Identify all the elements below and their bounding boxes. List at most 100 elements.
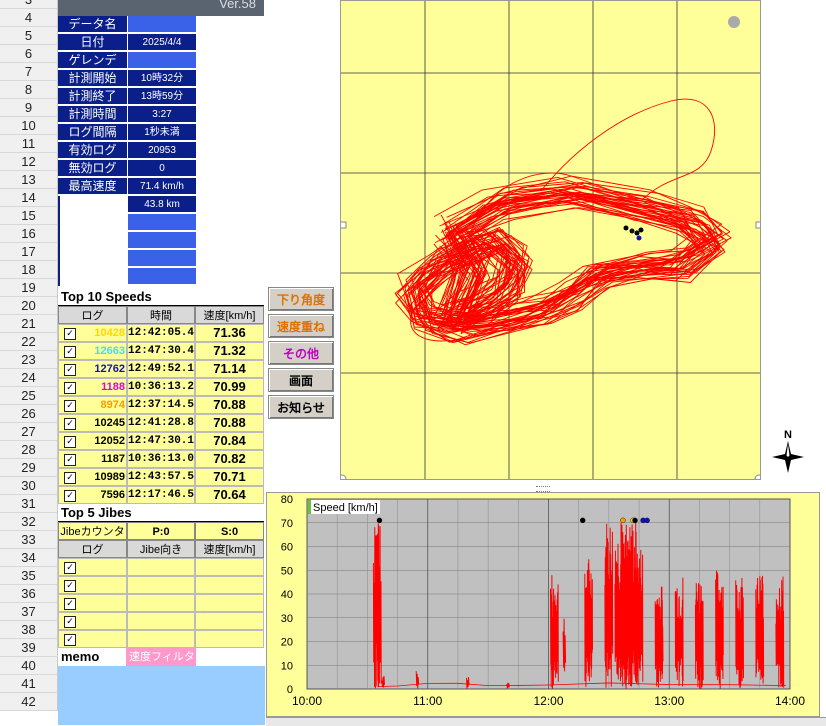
row-checkbox[interactable]: ✓ [64,490,76,502]
side-button[interactable]: お知らせ [268,395,334,419]
row-number: 12 [0,153,58,171]
row-checkbox[interactable]: ✓ [64,346,76,358]
compass-n-label: N [784,429,792,441]
speed-row-time: 12:49:52.1 [127,360,195,378]
y-tick-label: 20 [281,637,293,649]
jibe-row-log[interactable]: ✓ [58,558,127,576]
blank-cell [58,196,130,286]
row-number: 10 [0,117,58,135]
side-button[interactable]: 速度重ね [268,314,334,338]
speed-row-time: 12:17:46.5 [127,486,195,504]
row-checkbox[interactable]: ✓ [64,436,76,448]
jibe-row-log[interactable]: ✓ [58,576,127,594]
row-number: 35 [0,567,58,585]
row-checkbox[interactable]: ✓ [64,580,76,592]
row-number: 17 [0,243,58,261]
speed-row-value: 70.64 [195,486,264,504]
side-button[interactable]: 下り角度 [268,287,334,311]
speed-row-log[interactable]: ✓ 8974 [58,396,127,414]
row-number: 28 [0,441,58,459]
track-map[interactable] [340,0,761,480]
speed-row-log[interactable]: ✓ 12762 [58,360,127,378]
side-button[interactable]: その他 [268,341,334,365]
row-number: 8 [0,81,58,99]
row-checkbox[interactable]: ✓ [64,328,76,340]
speed-row-log[interactable]: ✓ 10245 [58,414,127,432]
row-checkbox[interactable]: ✓ [64,400,76,412]
row-number: 30 [0,477,58,495]
info-value [128,250,196,267]
side-button[interactable]: 画面 [268,368,334,392]
jibe-row-speed [195,558,264,576]
speeds-header: ログ [58,306,127,324]
log-id: 1188 [101,381,125,393]
marker-point [623,225,629,231]
handle[interactable] [341,474,347,479]
top-speed-dot [620,517,626,524]
jibe-counter-label: Jibeカウンタ [58,522,127,540]
jibe-s-count: S:0 [195,522,264,540]
row-checkbox[interactable]: ✓ [64,382,76,394]
info-value: 2025/4/4 [128,34,196,51]
row-number: 38 [0,621,58,639]
row-checkbox[interactable]: ✓ [64,562,76,574]
marker-point [636,235,642,241]
jibes-header: ログ [58,540,127,558]
speed-row-log[interactable]: ✓ 7596 [58,486,127,504]
jibe-row-speed [195,594,264,612]
row-number: 7 [0,63,58,81]
speed-row-time: 12:42:05.4 [127,324,195,342]
speed-row-log[interactable]: ✓ 12052 [58,432,127,450]
speed-row-log[interactable]: ✓ 10428 [58,324,127,342]
jibe-row-log[interactable]: ✓ [58,594,127,612]
handle[interactable] [341,221,347,229]
log-id: 1187 [101,453,125,465]
row-number: 34 [0,549,58,567]
speed-row-value: 70.88 [195,414,264,432]
info-value: 10時32分 [128,70,196,87]
speed-row-log[interactable]: ✓ 12663 [58,342,127,360]
info-label: 無効ログ [58,160,127,177]
legend-label: Speed [km/h] [313,502,378,514]
row-number: 19 [0,279,58,297]
jibes-header: 速度[km/h] [195,540,264,558]
x-tick-label: 13:00 [654,694,684,708]
x-tick-label: 10:00 [292,694,322,708]
info-label: ゲレンデ [58,52,127,69]
row-checkbox[interactable]: ✓ [64,472,76,484]
log-id: 12663 [94,345,125,357]
row-checkbox[interactable]: ✓ [64,634,76,646]
speed-row-log[interactable]: ✓ 1187 [58,450,127,468]
jibe-row-log[interactable]: ✓ [58,630,127,648]
graph-drag-handle[interactable] [536,486,550,492]
row-number: 18 [0,261,58,279]
handle[interactable] [755,221,760,229]
row-checkbox[interactable]: ✓ [64,418,76,430]
jibe-row-direction [127,576,195,594]
y-tick-label: 50 [281,565,293,577]
row-checkbox[interactable]: ✓ [64,616,76,628]
top-speed-dot [644,517,650,524]
jibe-row-log[interactable]: ✓ [58,612,127,630]
row-number: 6 [0,45,58,63]
row-checkbox[interactable]: ✓ [64,454,76,466]
handle[interactable] [754,474,760,479]
info-label: 日付 [58,34,127,51]
info-value: 71.4 km/h [128,178,196,195]
row-number: 37 [0,603,58,621]
log-id: 10428 [94,327,125,339]
row-checkbox[interactable]: ✓ [64,598,76,610]
speed-filter-label[interactable]: 速度フィルタ [126,648,196,666]
speed-row-log[interactable]: ✓ 1188 [58,378,127,396]
speed-row-value: 70.99 [195,378,264,396]
memo-area[interactable] [58,666,265,725]
row-number: 25 [0,387,58,405]
speed-row-log[interactable]: ✓ 10989 [58,468,127,486]
info-label: 最高速度 [58,178,127,195]
row-checkbox[interactable]: ✓ [64,364,76,376]
speed-burst [755,575,765,684]
speed-graph-panel[interactable]: 0 10 20 30 40 50 60 70 80 10:00 11:00 12:00 13:00 14:… [266,492,820,717]
info-value [128,268,196,285]
top-speed-dot [632,517,638,524]
marker-point [634,230,640,236]
